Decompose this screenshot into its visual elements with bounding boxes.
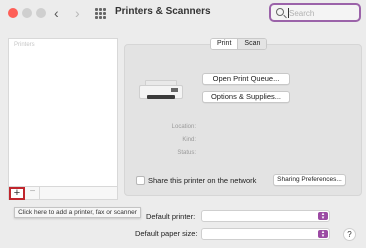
default-printer-select[interactable]: ▴ ▾ — [201, 210, 330, 222]
open-print-queue-button[interactable]: Open Print Queue... — [202, 73, 290, 85]
add-printer-tooltip: Click here to add a printer, fax or scan… — [14, 207, 141, 218]
sharing-preferences-button[interactable]: Sharing Preferences... — [273, 174, 346, 186]
tab-print[interactable]: Print — [211, 39, 238, 49]
help-icon[interactable]: ? — [343, 228, 356, 241]
default-paper-size-label: Default paper size: — [135, 229, 198, 238]
add-printer-button[interactable]: + — [9, 187, 25, 200]
list-button-bar: + − — [8, 187, 118, 200]
search-input[interactable] — [289, 7, 357, 19]
print-scan-tabs: Print Scan — [210, 38, 268, 50]
printer-icon — [137, 80, 185, 100]
share-printer-label[interactable]: Share this printer on the network — [148, 176, 256, 185]
window-title: Printers & Scanners — [115, 6, 211, 17]
status-label: Status: — [177, 150, 196, 156]
tab-scan[interactable]: Scan — [237, 39, 267, 49]
printers-list-header: Printers — [14, 42, 35, 48]
remove-printer-button[interactable]: − — [26, 187, 40, 199]
location-label: Location: — [171, 124, 196, 130]
options-supplies-button[interactable]: Options & Supplies... — [202, 91, 290, 103]
back-icon[interactable]: ‹ — [54, 5, 59, 21]
title-bar: ‹ › Printers & Scanners — [0, 0, 366, 28]
select-arrows-icon: ▴ ▾ — [318, 230, 328, 239]
grid-icon[interactable] — [95, 8, 106, 19]
zoom-window-button[interactable] — [36, 8, 46, 18]
select-arrows-icon: ▴ ▾ — [318, 212, 328, 221]
share-printer-checkbox[interactable] — [136, 176, 145, 185]
search-field[interactable] — [269, 3, 361, 22]
default-paper-size-select[interactable]: ▴ ▾ — [201, 228, 330, 240]
close-window-button[interactable] — [8, 8, 18, 18]
forward-icon[interactable]: › — [75, 5, 80, 21]
default-printer-label: Default printer: — [146, 212, 196, 221]
search-icon — [276, 8, 284, 16]
printers-list[interactable]: Printers — [8, 38, 118, 187]
kind-label: Kind: — [182, 137, 196, 143]
minimize-window-button[interactable] — [22, 8, 32, 18]
